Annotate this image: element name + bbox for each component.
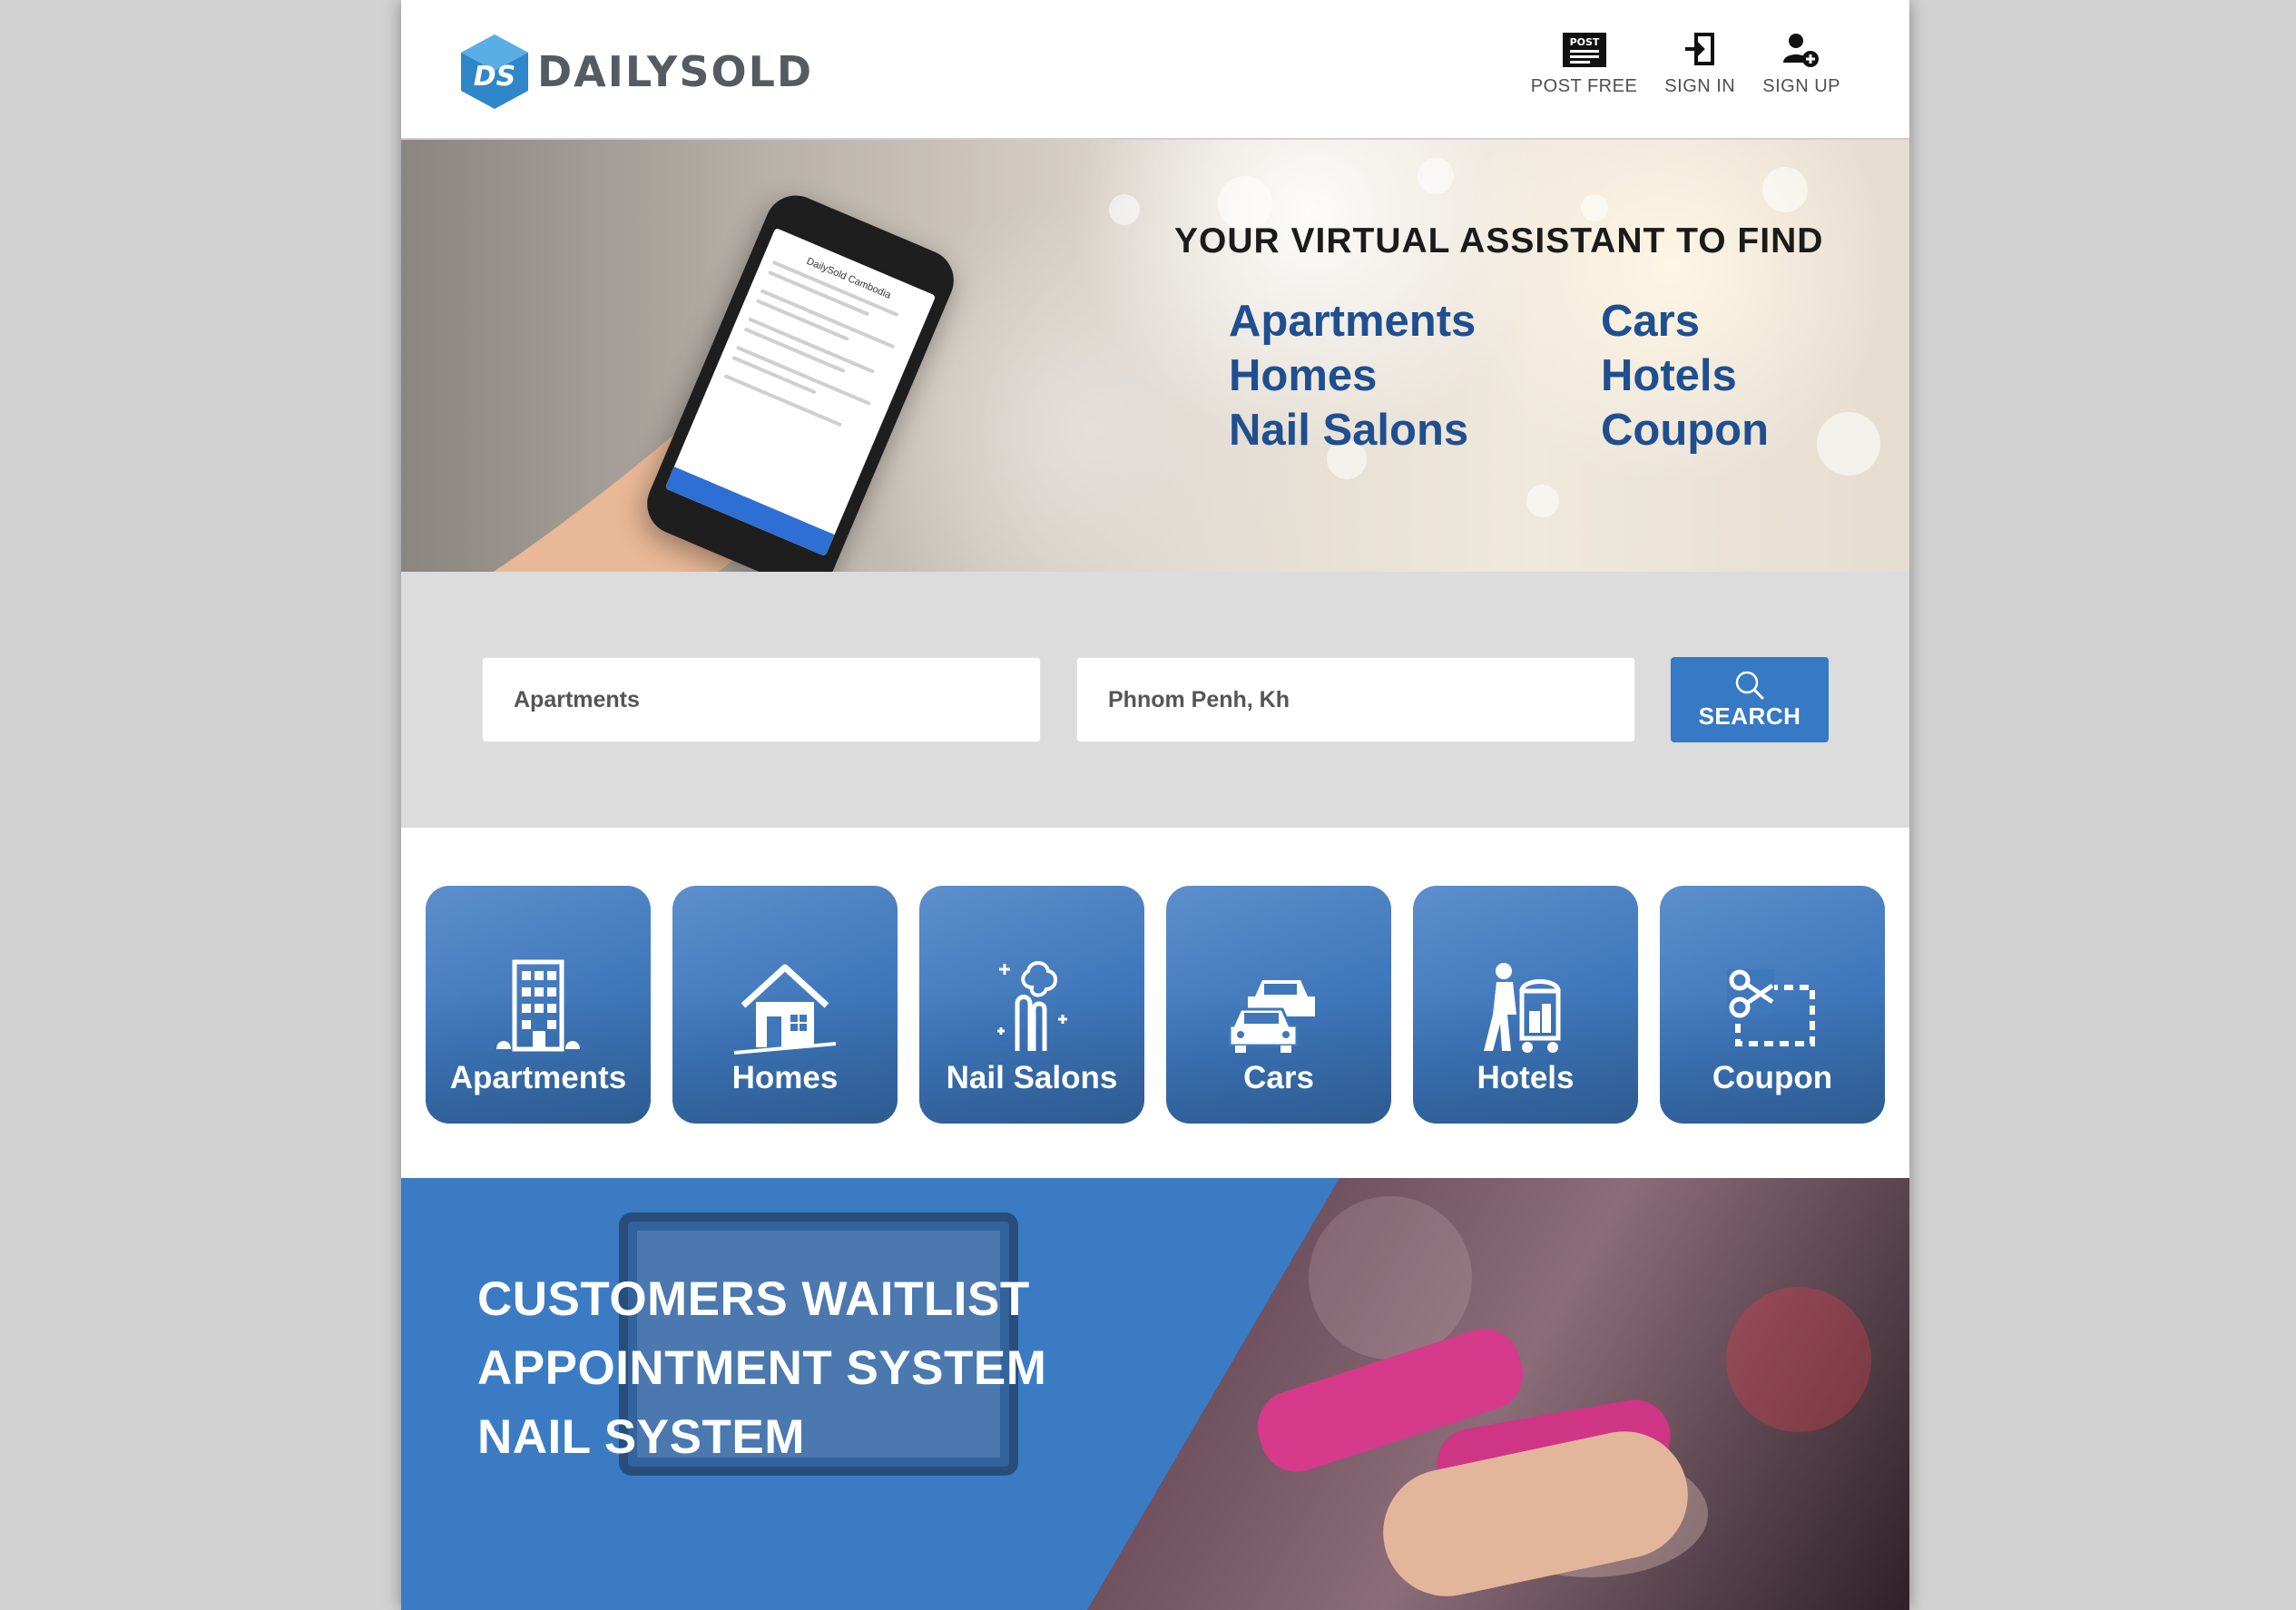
sign-in-label: SIGN IN	[1664, 76, 1736, 96]
logo-monogram: DS	[474, 61, 516, 93]
sign-up-link[interactable]: SIGN UP	[1762, 31, 1840, 97]
category-tile-homes[interactable]: Homes	[672, 886, 898, 1124]
category-label-hotels: Hotels	[1477, 1060, 1575, 1095]
hero-title: YOUR VIRTUAL ASSISTANT TO FIND	[1174, 221, 1824, 260]
hero-item-hotels: Hotels	[1601, 351, 1737, 400]
category-tile-coupon[interactable]: Coupon	[1660, 886, 1885, 1124]
logo-hex-icon: DS	[461, 34, 528, 109]
category-tile-apartments[interactable]: Apartments	[426, 886, 651, 1124]
house-icon	[733, 964, 837, 1055]
promo-line-appointment: APPOINTMENT SYSTEM	[477, 1341, 1047, 1395]
category-label-cars: Cars	[1243, 1060, 1314, 1095]
hero-banner: DailySold Cambodia YOUR VIRTUAL ASSISTAN…	[401, 140, 1909, 572]
category-label-homes: Homes	[731, 1060, 839, 1095]
top-nav: POST POST FREE SIGN IN SIGN UP	[1531, 31, 1840, 97]
post-free-link[interactable]: POST POST FREE	[1531, 31, 1638, 97]
search-button-label: SEARCH	[1698, 702, 1801, 730]
promo-banner: CUSTOMERS WAITLIST APPOINTMENT SYSTEM NA…	[401, 1178, 1909, 1610]
coupon-scissors-icon	[1727, 969, 1815, 1046]
search-where-input[interactable]: Phnom Penh, Kh	[1076, 657, 1635, 742]
sign-up-label: SIGN UP	[1762, 76, 1840, 96]
promo-text: CUSTOMERS WAITLIST APPOINTMENT SYSTEM NA…	[477, 1265, 1046, 1472]
sign-up-icon	[1783, 31, 1820, 69]
search-section: Apartments Phnom Penh, Kh SEARCH	[401, 572, 1909, 828]
category-label-nail-salons: Nail Salons	[946, 1060, 1118, 1095]
logo-text: DAILYSOLD	[537, 47, 814, 96]
sign-in-icon	[1683, 31, 1716, 69]
category-label-coupon: Coupon	[1712, 1060, 1833, 1095]
search-button[interactable]: SEARCH	[1671, 657, 1829, 742]
logo[interactable]: DS DAILYSOLD	[459, 33, 813, 111]
search-what-input[interactable]: Apartments	[482, 657, 1041, 742]
page: DS DAILYSOLD POST POST FREE SIGN IN SIGN…	[401, 0, 1909, 1610]
apartment-building-icon	[496, 959, 580, 1052]
promo-line-waitlist: CUSTOMERS WAITLIST	[477, 1272, 1030, 1326]
category-tile-cars[interactable]: Cars	[1166, 886, 1391, 1124]
cars-icon	[1228, 980, 1315, 1053]
hero-item-cars: Cars	[1601, 297, 1700, 346]
category-label-apartments: Apartments	[449, 1060, 627, 1095]
hero-item-apartments: Apartments	[1229, 297, 1477, 346]
category-tile-hotels[interactable]: Hotels	[1413, 886, 1638, 1124]
post-icon-text: POST	[1569, 36, 1599, 48]
category-tiles: Apartments Homes Nail Salons Cars Hotels…	[401, 828, 1909, 1178]
post-icon: POST	[1562, 31, 1606, 69]
hero-category-list: Apartments Cars Homes Hotels Nail Salons…	[1229, 296, 1819, 456]
hero-item-homes: Homes	[1229, 351, 1378, 400]
search-icon	[1735, 671, 1764, 699]
promo-line-nail-system: NAIL SYSTEM	[477, 1410, 805, 1464]
hero-item-coupon: Coupon	[1601, 406, 1770, 455]
hero-item-nail-salons: Nail Salons	[1229, 406, 1469, 455]
post-free-label: POST FREE	[1530, 76, 1638, 96]
nail-salon-icon	[997, 961, 1067, 1051]
hotel-bellhop-icon	[1484, 963, 1561, 1053]
header: DS DAILYSOLD POST POST FREE SIGN IN SIGN…	[401, 0, 1909, 140]
phone-screen: DailySold Cambodia	[664, 227, 937, 557]
category-tile-nail-salons[interactable]: Nail Salons	[919, 886, 1144, 1124]
sign-in-link[interactable]: SIGN IN	[1664, 31, 1735, 97]
